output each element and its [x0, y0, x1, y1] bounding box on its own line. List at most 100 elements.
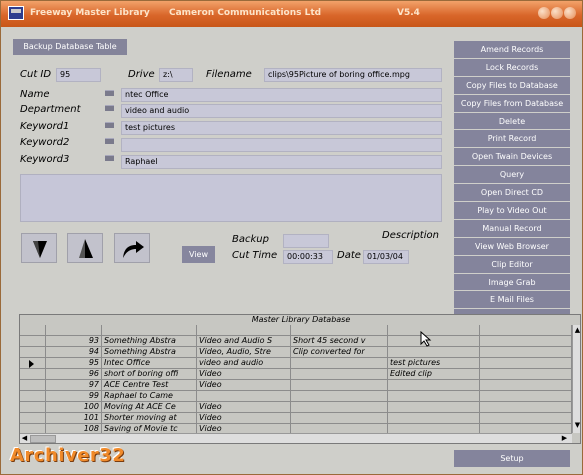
department-cell[interactable]: video and audio [197, 358, 291, 369]
open-twain-devices-button[interactable]: Open Twain Devices [454, 148, 570, 166]
table-row[interactable]: 93 Something Abstra Video and Audio S Short… [20, 336, 572, 347]
description-cell[interactable] [291, 413, 388, 424]
department-cell[interactable] [197, 325, 291, 336]
open-direct-cd-button[interactable]: Open Direct CD [454, 184, 570, 202]
row-indicator[interactable] [20, 380, 46, 391]
keyword-cell[interactable]: test pictures [388, 358, 480, 369]
cut-time-field[interactable]: 00:00:33 [283, 250, 333, 264]
table-row[interactable]: 101 Shorter moving at Video [20, 413, 572, 424]
row-indicator[interactable] [20, 369, 46, 380]
setup-button[interactable]: Setup [454, 450, 570, 467]
table-row[interactable]: 99 Raphael to Came [20, 391, 572, 402]
table-row[interactable]: 95 Intec Office video and audio test pictur… [20, 358, 572, 369]
extra-cell[interactable] [480, 380, 572, 391]
description-cell[interactable] [291, 325, 388, 336]
department-cell[interactable]: Video and Audio S [197, 336, 291, 347]
keyword-cell[interactable] [388, 391, 480, 402]
scroll-right-icon[interactable]: ▶ [560, 434, 569, 443]
name-cell[interactable]: Something Abstra [102, 336, 197, 347]
table-row[interactable]: 97 ACE Centre Test Video [20, 380, 572, 391]
keyword-cell[interactable] [388, 347, 480, 358]
extra-cell[interactable] [480, 347, 572, 358]
name-cell[interactable]: Moving At ACE Ce [102, 402, 197, 413]
master-library-grid[interactable]: Master Library Database 93 Something Abst… [19, 314, 581, 444]
keyword2-field[interactable] [121, 138, 442, 152]
filename-field[interactable]: clips\95Picture of boring office.mpg [264, 68, 442, 82]
scroll-down-icon[interactable]: ▼ [573, 421, 580, 430]
cut-id-cell[interactable]: 97 [46, 380, 102, 391]
lock-records-button[interactable]: Lock Records [454, 58, 570, 76]
description-cell[interactable] [291, 358, 388, 369]
cut-id-cell[interactable]: 95 [46, 358, 102, 369]
name-cell[interactable]: Something Abstra [102, 347, 197, 358]
name-cell[interactable] [102, 325, 197, 336]
keyword-cell[interactable] [388, 336, 480, 347]
name-lookup-button[interactable] [105, 90, 114, 96]
name-cell[interactable]: ACE Centre Test [102, 380, 197, 391]
description-cell[interactable] [291, 402, 388, 413]
copy-files-from-database-button[interactable]: Copy Files from Database [454, 94, 570, 112]
row-indicator[interactable] [20, 391, 46, 402]
department-lookup-button[interactable] [105, 105, 114, 111]
notes-memo[interactable] [20, 174, 442, 222]
amend-records-button[interactable]: Amend Records [454, 41, 570, 58]
department-cell[interactable]: Video [197, 369, 291, 380]
manual-record-button[interactable]: Manual Record [454, 219, 570, 237]
department-cell[interactable]: Video, Audio, Stre [197, 347, 291, 358]
copy-files-to-database-button[interactable]: Copy Files to Database [454, 76, 570, 94]
backup-field[interactable] [283, 234, 329, 248]
keyword2-lookup-button[interactable] [105, 138, 114, 144]
extra-cell[interactable] [480, 358, 572, 369]
table-row[interactable]: 96 short of boring offi Video Edited clip [20, 369, 572, 380]
cut-id-cell[interactable]: 94 [46, 347, 102, 358]
row-indicator[interactable] [20, 325, 46, 336]
department-cell[interactable]: Video [197, 402, 291, 413]
keyword3-field[interactable]: Raphael [121, 155, 442, 169]
horizontal-scroll-thumb[interactable] [30, 435, 56, 443]
cut-id-cell[interactable]: 101 [46, 413, 102, 424]
keyword-cell[interactable]: Edited clip [388, 369, 480, 380]
name-cell[interactable]: Intec Office [102, 358, 197, 369]
row-indicator[interactable] [20, 336, 46, 347]
name-cell[interactable]: Shorter moving at [102, 413, 197, 424]
keyword1-field[interactable]: test pictures [121, 121, 442, 135]
image-grab-button[interactable]: Image Grab [454, 273, 570, 291]
close-button[interactable] [564, 7, 576, 19]
minimize-button[interactable] [538, 7, 550, 19]
query-button[interactable]: Query [454, 166, 570, 184]
keyword-cell[interactable] [388, 380, 480, 391]
cut-id-cell[interactable]: 93 [46, 336, 102, 347]
cut-id-cell[interactable]: 99 [46, 391, 102, 402]
extra-cell[interactable] [480, 369, 572, 380]
view-button[interactable]: View [182, 246, 215, 263]
department-cell[interactable] [197, 391, 291, 402]
description-cell[interactable] [291, 380, 388, 391]
extra-cell[interactable] [480, 336, 572, 347]
last-record-button[interactable] [67, 233, 103, 263]
view-web-browser-button[interactable]: View Web Browser [454, 237, 570, 255]
name-cell[interactable]: short of boring offi [102, 369, 197, 380]
forward-arrow-button[interactable] [114, 233, 150, 263]
first-record-button[interactable] [21, 233, 57, 263]
title-bar[interactable]: Freeway Master Library Cameron Communica… [1, 1, 582, 27]
play-to-video-out-button[interactable]: Play to Video Out [454, 202, 570, 219]
cut-id-cell[interactable] [46, 325, 102, 336]
scroll-left-icon[interactable]: ◀ [20, 434, 29, 443]
row-indicator[interactable] [20, 358, 46, 369]
name-cell[interactable]: Raphael to Came [102, 391, 197, 402]
app-icon[interactable] [8, 6, 24, 20]
keyword1-lookup-button[interactable] [105, 122, 114, 128]
row-indicator[interactable] [20, 347, 46, 358]
delete-button[interactable]: Delete [454, 112, 570, 130]
backup-database-table-button[interactable]: Backup Database Table [13, 39, 127, 55]
scroll-up-icon[interactable]: ▲ [573, 326, 580, 335]
cut-id-cell[interactable]: 96 [46, 369, 102, 380]
cut-id-field[interactable]: 95 [56, 68, 101, 82]
keyword-cell[interactable] [388, 413, 480, 424]
department-field[interactable]: video and audio [121, 104, 442, 118]
description-cell[interactable]: Short 45 second v [291, 336, 388, 347]
row-indicator[interactable] [20, 402, 46, 413]
department-cell[interactable]: Video [197, 413, 291, 424]
row-indicator[interactable] [20, 413, 46, 424]
table-row[interactable]: 94 Something Abstra Video, Audio, Stre Clip… [20, 347, 572, 358]
